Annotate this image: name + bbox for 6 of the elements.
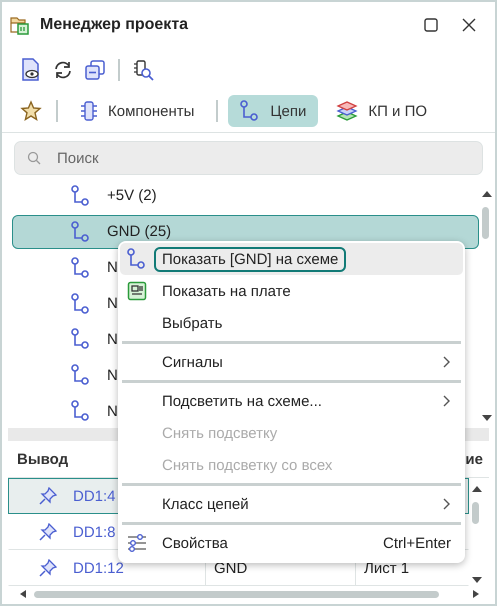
table-cell: Лист 1 bbox=[364, 560, 410, 576]
table-cell: GND bbox=[214, 560, 248, 576]
window-title: Менеджер проекта bbox=[40, 16, 190, 34]
table-cell: DD1:4 bbox=[73, 488, 116, 504]
table-cell: DD1:8 bbox=[73, 524, 116, 540]
table-cell: DD1:12 bbox=[73, 560, 124, 576]
